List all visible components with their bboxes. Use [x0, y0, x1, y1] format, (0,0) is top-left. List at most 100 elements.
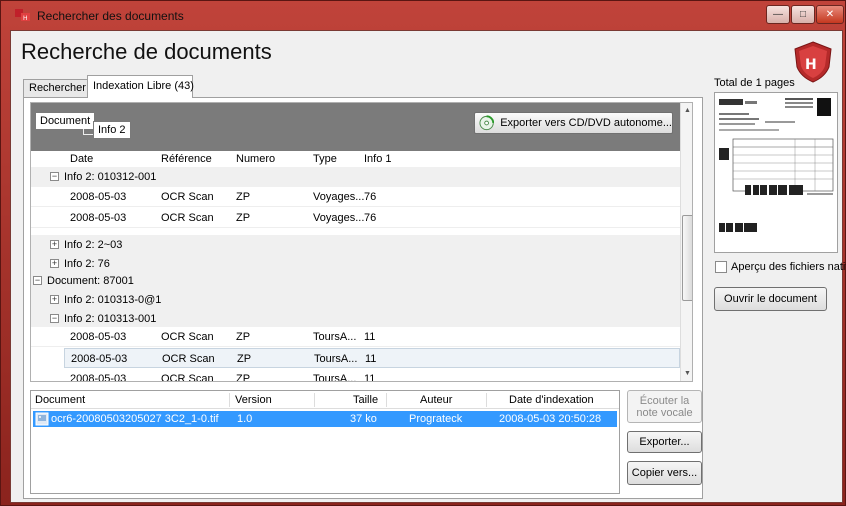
cell-type: Voyages...: [313, 191, 365, 203]
files-col-date-indexation[interactable]: Date d'indexation: [509, 394, 594, 406]
group-row[interactable]: + Info 2: 2~03: [31, 235, 680, 255]
files-col-taille[interactable]: Taille: [353, 394, 378, 406]
table-row-selected[interactable]: 2008-05-03 OCR Scan ZP ToursA... 11: [64, 348, 680, 368]
file-author: Prograteck: [409, 413, 463, 425]
cell-date: 2008-05-03: [71, 353, 128, 365]
close-icon: ✕: [825, 9, 835, 20]
app-window: H Rechercher des documents — □ ✕ Recherc…: [0, 0, 846, 506]
title-bar[interactable]: H Rechercher des documents — □ ✕: [1, 1, 846, 29]
svg-text:H: H: [23, 15, 28, 22]
maximize-icon: □: [799, 9, 807, 20]
export-cd-button[interactable]: Exporter vers CD/DVD autonome...: [474, 112, 673, 134]
cell-reference: OCR Scan: [161, 212, 214, 224]
collapse-icon[interactable]: −: [50, 172, 59, 181]
col-header-reference[interactable]: Référence: [161, 153, 212, 165]
expand-icon[interactable]: +: [50, 240, 59, 249]
document-preview[interactable]: [714, 92, 838, 253]
results-grid: Document Info 2 Exporter vers CD/DVD aut…: [30, 102, 693, 382]
cell-info1: 11: [365, 353, 377, 365]
cell-date: 2008-05-03: [70, 212, 127, 224]
grid-column-headers: Date Référence Numero Type Info 1: [31, 151, 680, 167]
export-button[interactable]: Exporter...: [627, 431, 702, 453]
cell-numero: ZP: [236, 373, 251, 382]
files-col-version[interactable]: Version: [235, 394, 272, 406]
disc-export-icon: [479, 115, 495, 131]
export-cd-label: Exporter vers CD/DVD autonome...: [500, 117, 672, 129]
group-row-label: Info 2: 010313-001: [64, 313, 157, 325]
cell-reference: OCR Scan: [162, 353, 215, 365]
file-size: 37 ko: [350, 413, 377, 425]
scroll-down-icon[interactable]: ▼: [684, 370, 691, 377]
file-index-date: 2008-05-03 20:50:28: [499, 413, 602, 425]
listen-note-button[interactable]: Écouter la note vocale: [627, 390, 702, 423]
col-header-type[interactable]: Type: [313, 153, 337, 165]
group-row[interactable]: + Info 2: 010313-0@1: [31, 290, 680, 310]
cell-info1: 11: [364, 331, 376, 343]
cell-date: 2008-05-03: [70, 191, 127, 203]
total-pages-label: Total de 1 pages: [714, 77, 795, 89]
expand-icon[interactable]: +: [50, 295, 59, 304]
open-document-button[interactable]: Ouvrir le document: [714, 287, 827, 311]
cell-type: ToursA...: [313, 331, 357, 343]
copy-to-button[interactable]: Copier vers...: [627, 461, 702, 485]
cell-numero: ZP: [236, 191, 251, 203]
group-chip-connector: [83, 129, 93, 135]
shield-logo-icon: H: [794, 41, 832, 83]
svg-text:H: H: [805, 57, 817, 73]
file-name: ocr6-20080503205027 3C2_1-0.tif: [51, 413, 219, 425]
cell-info1: 11: [364, 373, 376, 382]
collapse-icon[interactable]: −: [50, 314, 59, 323]
table-row[interactable]: 2008-05-03 OCR Scan ZP ToursA... 11: [31, 327, 680, 347]
group-by-header: Document Info 2 Exporter vers CD/DVD aut…: [31, 103, 680, 151]
group-row-label: Info 2: 010313-0@1: [64, 294, 162, 306]
table-row[interactable]: 2008-05-03 OCR Scan ZP ToursA... 11: [31, 369, 680, 382]
cell-numero: ZP: [237, 353, 252, 365]
group-row-label: Info 2: 76: [64, 258, 110, 270]
cell-info1: 76: [364, 191, 377, 203]
group-row-label: Info 2: 2~03: [64, 239, 123, 251]
document-thumbnail-icon: [715, 93, 837, 252]
group-chip-document[interactable]: Document: [35, 112, 96, 130]
close-button[interactable]: ✕: [816, 5, 844, 24]
window-title: Rechercher des documents: [37, 9, 184, 23]
page-title: Recherche de documents: [21, 39, 272, 64]
group-row-label: Document: 87001: [47, 275, 134, 287]
group-chip-info2[interactable]: Info 2: [93, 121, 131, 139]
scrollbar-thumb[interactable]: [682, 215, 692, 301]
expand-icon[interactable]: +: [50, 259, 59, 268]
maximize-button[interactable]: □: [791, 5, 815, 24]
column-separator: [386, 393, 387, 407]
native-preview-label: Aperçu des fichiers natifs: [731, 261, 846, 273]
col-header-date[interactable]: Date: [70, 153, 93, 165]
grid-vertical-scrollbar[interactable]: ▲ ▼: [680, 103, 692, 381]
tab-rechercher[interactable]: Rechercher: [23, 79, 88, 97]
group-row-label: Info 2: 010312-001: [64, 171, 157, 183]
cell-numero: ZP: [236, 212, 251, 224]
col-header-info1[interactable]: Info 1: [364, 153, 392, 165]
cell-numero: ZP: [236, 331, 251, 343]
files-column-headers: Document Version Taille Auteur Date d'in…: [31, 391, 619, 409]
collapse-icon[interactable]: −: [33, 276, 42, 285]
files-col-document[interactable]: Document: [35, 394, 85, 406]
group-row[interactable]: − Info 2: 010312-001: [31, 167, 680, 187]
native-preview-checkbox[interactable]: [715, 261, 727, 273]
scroll-up-icon[interactable]: ▲: [684, 107, 691, 114]
table-row[interactable]: 2008-05-03 OCR Scan ZP Voyages... 76: [31, 208, 680, 228]
cell-info1: 76: [364, 212, 377, 224]
column-separator: [486, 393, 487, 407]
file-version: 1.0: [237, 413, 253, 425]
app-logo-icon: H: [15, 9, 30, 22]
files-col-auteur[interactable]: Auteur: [420, 394, 452, 406]
col-header-numero[interactable]: Numero: [236, 153, 275, 165]
table-row[interactable]: 2008-05-03 OCR Scan ZP Voyages... 76: [31, 187, 680, 207]
minimize-button[interactable]: —: [766, 5, 790, 24]
group-row[interactable]: − Info 2: 010313-001: [31, 309, 680, 329]
files-list: Document Version Taille Auteur Date d'in…: [30, 390, 620, 494]
cell-type: ToursA...: [313, 373, 357, 382]
column-separator: [229, 393, 230, 407]
column-separator: [314, 393, 315, 407]
tab-indexation-libre[interactable]: Indexation Libre (43): [87, 75, 194, 98]
group-row[interactable]: − Document: 87001: [31, 271, 680, 291]
cell-date: 2008-05-03: [70, 331, 127, 343]
file-row-selected[interactable]: ocr6-20080503205027 3C2_1-0.tif 1.0 37 k…: [33, 411, 617, 427]
